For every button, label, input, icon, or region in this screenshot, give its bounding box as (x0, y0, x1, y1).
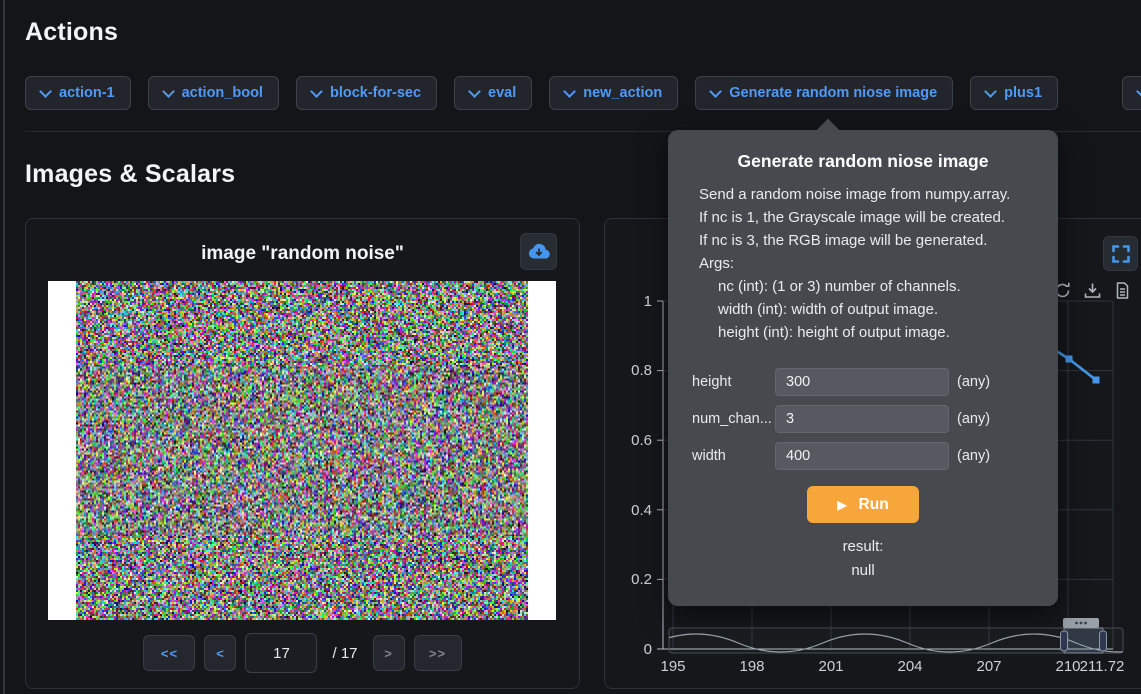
data-point-marker[interactable] (1093, 377, 1100, 384)
svg-text:195: 195 (660, 658, 685, 675)
action-button-eval[interactable]: eval (454, 76, 532, 110)
description-line: If nc is 3, the RGB image will be genera… (699, 229, 1040, 252)
field-type-hint: (any) (957, 448, 990, 464)
actions-heading: Actions (25, 18, 118, 47)
fullscreen-button[interactable] (1103, 236, 1138, 271)
action-button-label: block-for-sec (330, 85, 421, 101)
svg-text:0.8: 0.8 (631, 362, 652, 379)
action-popup-generate-random-niose-image: Generate random niose image Send a rando… (668, 130, 1058, 606)
x-axis-tick-labels: 195 198 201 204 207 210 211.72 (660, 658, 1124, 675)
last-page-button[interactable]: >> (414, 635, 462, 671)
svg-text:0.6: 0.6 (631, 432, 652, 449)
action-button-action-bool[interactable]: action_bool (148, 76, 279, 110)
action-button-generate-random-niose-image[interactable]: Generate random niose image (695, 76, 953, 110)
svg-text:0.4: 0.4 (631, 502, 652, 519)
description-line: Args: (699, 252, 1040, 275)
slider-right-handle[interactable] (1100, 631, 1107, 651)
chevron-down-icon (468, 85, 481, 98)
noise-image (76, 281, 528, 620)
page-total-label: / 17 (332, 645, 357, 662)
app-root: Actions action-1 action_bool block-for-s… (0, 0, 1141, 694)
num-channels-field[interactable] (775, 405, 949, 433)
run-button[interactable]: ▶ Run (807, 486, 919, 523)
y-axis-tick-labels: 1 0.8 0.6 0.4 0.2 0 (631, 293, 652, 658)
chevron-down-icon (563, 85, 576, 98)
left-border-line (3, 0, 5, 694)
svg-text:210: 210 (1055, 658, 1080, 675)
field-row-num-channels: num_chan... (any) (692, 405, 1038, 432)
image-pagination: << < / 17 > >> (26, 633, 579, 673)
chevron-down-icon (1136, 85, 1141, 98)
data-point-marker[interactable] (1066, 356, 1073, 363)
field-row-width: width (any) (692, 442, 1038, 469)
chevron-down-icon (39, 85, 52, 98)
field-label: num_chan... (692, 411, 775, 427)
result-label: result: (668, 535, 1058, 559)
field-type-hint: (any) (957, 374, 990, 390)
field-label: height (692, 374, 775, 390)
page-number-input[interactable] (245, 633, 317, 673)
chevron-down-icon (162, 85, 175, 98)
svg-text:198: 198 (739, 658, 764, 675)
next-page-button[interactable]: > (373, 635, 405, 671)
svg-text:207: 207 (976, 658, 1001, 675)
field-label: width (692, 448, 775, 464)
description-line: width (int): width of output image. (699, 298, 1040, 321)
description-line: Send a random noise image from numpy.arr… (699, 183, 1040, 206)
description-line: If nc is 1, the Grayscale image will be … (699, 206, 1040, 229)
result-block: result: null (668, 535, 1058, 583)
result-value: null (668, 559, 1058, 583)
image-card: image "random noise" << < / 17 > >> (25, 218, 580, 689)
action-button-action-1[interactable]: action-1 (25, 76, 131, 110)
action-button-label: Generate random niose image (729, 85, 937, 101)
chevron-down-icon (709, 85, 722, 98)
chart-toolbox (1053, 281, 1132, 300)
action-button-partial[interactable] (1122, 76, 1141, 110)
save-image-icon[interactable] (1083, 281, 1102, 300)
action-button-plus1[interactable]: plus1 (970, 76, 1058, 110)
height-field[interactable] (775, 368, 949, 396)
slider-selection-window[interactable] (1064, 628, 1103, 653)
popup-title: Generate random niose image (668, 151, 1058, 172)
popup-arrow (817, 119, 840, 142)
action-button-label: plus1 (1004, 85, 1042, 101)
slider-left-handle[interactable] (1061, 631, 1068, 651)
image-card-title: image "random noise" (26, 243, 579, 265)
svg-text:211.72: 211.72 (1080, 658, 1125, 675)
action-button-label: eval (488, 85, 516, 101)
action-button-new-action[interactable]: new_action (549, 76, 678, 110)
action-button-block-for-sec[interactable]: block-for-sec (296, 76, 437, 110)
slider-track[interactable] (669, 628, 1123, 653)
svg-text:0: 0 (644, 641, 652, 658)
prev-page-button[interactable]: < (204, 635, 236, 671)
run-button-label: Run (859, 496, 889, 514)
field-type-hint: (any) (957, 411, 990, 427)
popup-description: Send a random noise image from numpy.arr… (699, 183, 1040, 344)
svg-text:204: 204 (897, 658, 922, 675)
description-line: nc (int): (1 or 3) number of channels. (699, 275, 1040, 298)
action-button-label: new_action (583, 85, 662, 101)
play-icon: ▶ (837, 498, 846, 512)
svg-text:1: 1 (644, 293, 652, 310)
figure-background (48, 281, 556, 620)
action-button-label: action-1 (59, 85, 115, 101)
cloud-download-icon (528, 242, 550, 261)
popup-fields: height (any) num_chan... (any) width (an… (668, 368, 1058, 469)
datazoom-slider[interactable] (654, 618, 1141, 653)
first-page-button[interactable]: << (143, 635, 195, 671)
svg-text:201: 201 (818, 658, 843, 675)
data-view-icon[interactable] (1113, 281, 1132, 300)
slider-move-grip[interactable] (1063, 618, 1099, 628)
images-scalars-heading: Images & Scalars (25, 160, 235, 189)
chevron-down-icon (984, 85, 997, 98)
field-row-height: height (any) (692, 368, 1038, 395)
width-field[interactable] (775, 442, 949, 470)
description-line: height (int): height of output image. (699, 321, 1040, 344)
fullscreen-icon (1112, 245, 1130, 263)
action-button-label: action_bool (182, 85, 263, 101)
chevron-down-icon (310, 85, 323, 98)
cloud-download-button[interactable] (520, 233, 557, 270)
svg-text:0.2: 0.2 (631, 571, 652, 588)
actions-toolbar: action-1 action_bool block-for-sec eval … (25, 76, 1058, 110)
